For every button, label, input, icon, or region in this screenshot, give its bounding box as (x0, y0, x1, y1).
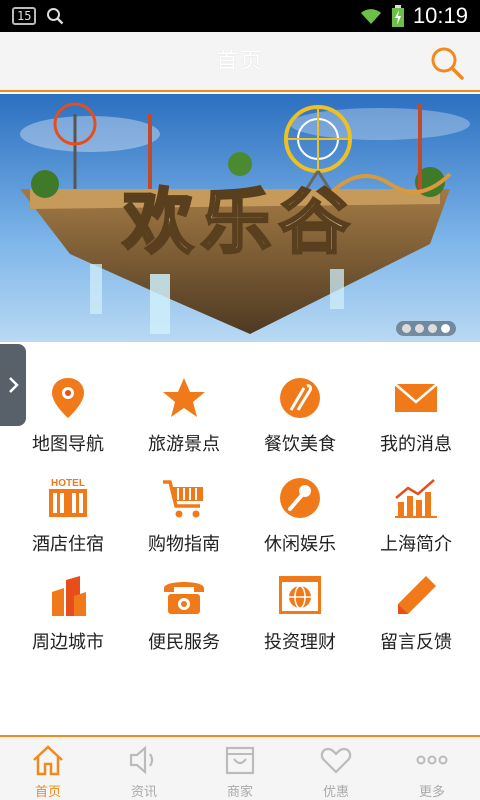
grid-label: 购物指南 (148, 534, 220, 555)
nav-item-deals[interactable]: 优惠 (288, 737, 384, 800)
grid-item-messages[interactable]: 我的消息 (360, 360, 472, 456)
telephone-icon (164, 582, 204, 614)
dining-icon (280, 378, 320, 418)
carousel-indicator (396, 321, 456, 336)
microphone-icon (280, 478, 320, 518)
grid-item-dining[interactable]: 餐饮美食 (244, 360, 356, 456)
pencil-icon (398, 576, 436, 614)
globe-window-icon (279, 576, 321, 614)
grid-label: 我的消息 (380, 434, 452, 455)
nav-item-news[interactable]: 资讯 (96, 737, 192, 800)
grid-label: 上海简介 (380, 534, 452, 555)
grid-label: 酒店住宿 (32, 534, 104, 555)
bottom-navigation: 首页 资讯 商家 优惠 更多 (0, 735, 480, 800)
grid-label: 留言反馈 (380, 632, 452, 653)
more-dots-icon (416, 755, 448, 765)
search-status-icon (47, 8, 64, 25)
notification-badge: 15 (12, 7, 37, 25)
speaker-icon (129, 745, 154, 775)
nav-item-merchants[interactable]: 商家 (192, 737, 288, 800)
home-icon (33, 745, 63, 776)
star-icon (163, 378, 205, 417)
grid-label: 地图导航 (32, 434, 104, 455)
grid-item-hotel[interactable]: HOTEL 酒店住宿 (12, 460, 124, 556)
nav-label: 商家 (226, 785, 253, 800)
banner-headline: 欢乐谷 (122, 180, 357, 263)
grid-item-shopping[interactable]: 购物指南 (128, 460, 240, 556)
chart-icon (395, 479, 437, 518)
grid-label: 便民服务 (148, 632, 220, 653)
buildings-icon (52, 576, 86, 616)
banner-carousel[interactable]: 欢乐谷 (0, 94, 480, 342)
clock: 10:19 (412, 3, 468, 28)
nav-label: 优惠 (322, 785, 349, 800)
battery-icon (391, 5, 404, 27)
grid-item-shanghai-intro[interactable]: 上海简介 (360, 460, 472, 556)
grid-item-leisure[interactable]: 休闲娱乐 (244, 460, 356, 556)
grid-label: 餐饮美食 (264, 434, 336, 455)
hotel-icon-text: HOTEL (51, 478, 85, 489)
map-pin-icon (52, 378, 84, 418)
grid-item-map[interactable]: 地图导航 (12, 360, 124, 456)
page-title: 首页 (215, 49, 264, 74)
title-bar: 首页 (0, 32, 480, 92)
grid-item-nearby-cities[interactable]: 周边城市 (12, 558, 124, 654)
grid-item-attractions[interactable]: 旅游景点 (128, 360, 240, 456)
shopping-cart-icon (163, 480, 203, 518)
grid-label: 投资理财 (264, 632, 336, 653)
nav-item-more[interactable]: 更多 (384, 737, 480, 800)
grid-item-services[interactable]: 便民服务 (128, 558, 240, 654)
grid-item-finance[interactable]: 投资理财 (244, 558, 356, 654)
nav-label: 更多 (418, 785, 445, 800)
grid-label: 休闲娱乐 (264, 534, 336, 555)
carousel-dot[interactable] (415, 324, 424, 333)
shop-bag-icon (225, 746, 255, 775)
envelope-icon (394, 383, 438, 412)
search-icon[interactable] (428, 44, 466, 82)
carousel-dot[interactable] (402, 324, 411, 333)
nav-item-home[interactable]: 首页 (0, 737, 96, 800)
carousel-dot[interactable] (428, 324, 437, 333)
wifi-icon (360, 9, 381, 24)
grid-label: 周边城市 (32, 632, 104, 653)
grid-label: 旅游景点 (148, 434, 220, 455)
heart-icon (320, 747, 352, 774)
nav-label: 资讯 (130, 785, 157, 800)
banner-image: 欢乐谷 (0, 94, 480, 342)
carousel-dot-active[interactable] (441, 324, 450, 333)
hotel-icon: HOTEL (49, 478, 87, 517)
grid-item-feedback[interactable]: 留言反馈 (360, 558, 472, 654)
status-bar: 15 10:19 (0, 0, 480, 32)
nav-label: 首页 (34, 785, 61, 800)
